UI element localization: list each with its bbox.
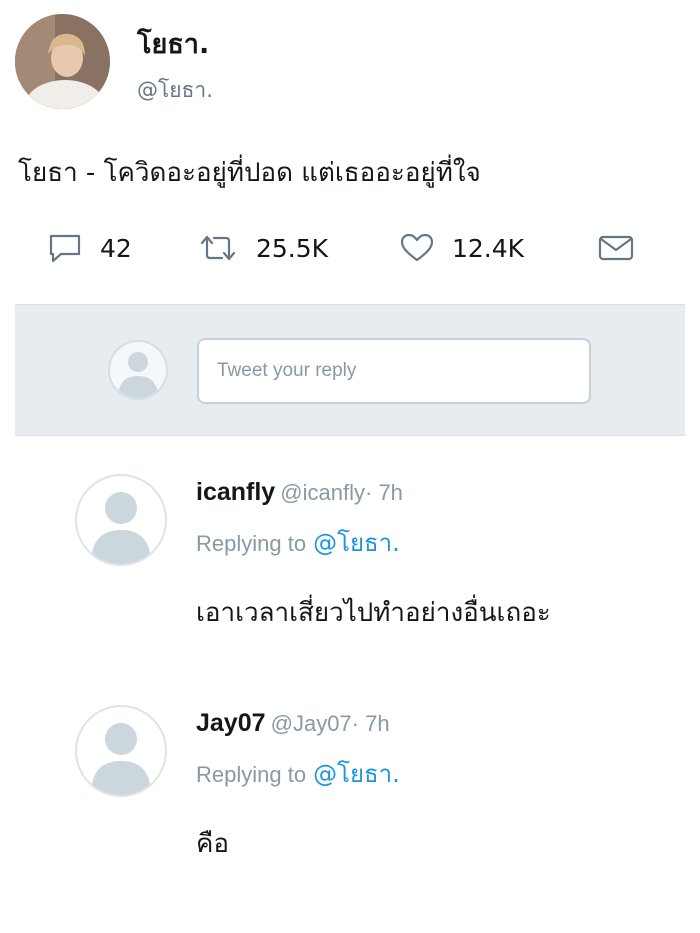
direct-message-button[interactable] [598,228,634,268]
reply-avatar[interactable] [75,474,167,566]
direct-message-icon [598,235,634,261]
default-user-icon [91,492,151,564]
reply-text: คือ [196,829,230,859]
reply-author-handle[interactable]: @Jay07 [271,711,352,736]
reply-input[interactable] [197,338,591,404]
tweet-detail-page: โยธา. @โยธา. โยธา - โควิดอะอยู่ที่ปอด แต… [0,0,700,933]
reply-header: icanfly @icanfly· 7h [196,478,403,507]
author-photo-icon [15,14,110,109]
reply-author-handle[interactable]: @icanfly [280,480,365,505]
default-user-icon [118,352,158,398]
replying-to-label: Replying to [196,531,307,556]
reply-author-name[interactable]: icanfly [196,478,275,506]
author-avatar[interactable] [15,14,110,109]
tweet-text: โยธา - โควิดอะอยู่ที่ปอด แต่เธออะอยู่ที่… [18,158,481,188]
author-handle[interactable]: @โยธา. [137,74,213,107]
retweet-icon [200,235,236,261]
reply-text: เอาเวลาเสี่ยวไปทำอย่างอื่นเถอะ [196,598,551,628]
replying-to: Replying to @โยธา. [196,523,400,562]
retweet-count: 25.5K [256,233,329,263]
reply-icon [49,234,81,263]
replying-to-label: Replying to [196,762,307,787]
reply-header: Jay07 @Jay07· 7h [196,709,390,738]
replying-to-mention[interactable]: @โยธา. [313,760,400,788]
replying-to-mention[interactable]: @โยธา. [313,529,400,557]
tweet-actions: 42 25.5K 12.4K [0,228,700,268]
author-name[interactable]: โยธา. [137,22,209,65]
like-button[interactable]: 12.4K [400,228,524,268]
retweet-button[interactable]: 25.5K [198,228,328,268]
reply-button[interactable]: 42 [48,228,132,268]
reply-avatar[interactable] [75,705,167,797]
reply-count: 42 [100,233,132,263]
composer-avatar [108,340,168,400]
default-user-icon [91,723,151,795]
reply-author-name[interactable]: Jay07 [196,709,266,737]
like-icon [400,233,434,262]
like-count: 12.4K [452,233,525,263]
replying-to: Replying to @โยธา. [196,754,400,793]
reply-timestamp[interactable]: · 7h [352,711,390,736]
reply-timestamp[interactable]: · 7h [365,480,403,505]
reply-composer [15,304,685,436]
